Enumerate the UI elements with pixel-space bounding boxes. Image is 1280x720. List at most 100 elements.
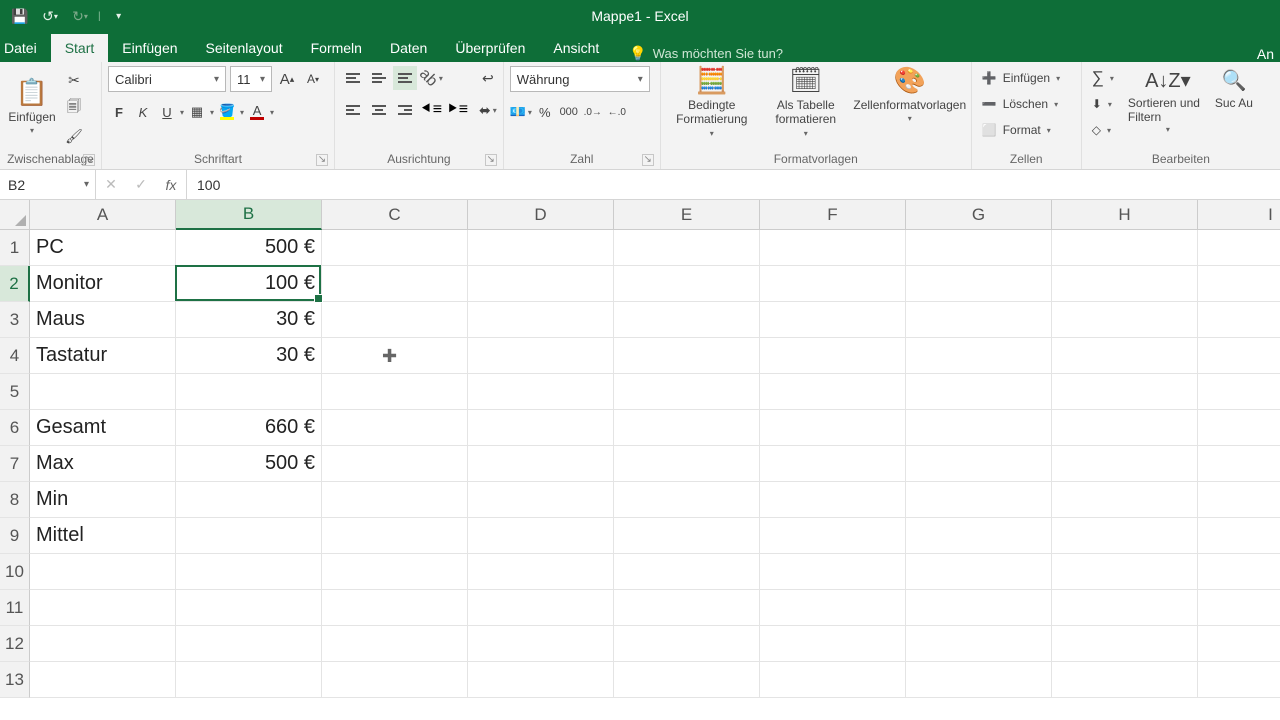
cell-A11[interactable]: [30, 590, 176, 626]
decrease-decimal-icon[interactable]: ←.0: [606, 100, 628, 124]
row-header-11[interactable]: 11: [0, 590, 30, 626]
cell-H11[interactable]: [1052, 590, 1198, 626]
cell-H3[interactable]: [1052, 302, 1198, 338]
cell-I7[interactable]: [1198, 446, 1280, 482]
cell-G9[interactable]: [906, 518, 1052, 554]
cell-B6[interactable]: 660 €: [176, 410, 322, 446]
select-all-corner[interactable]: [0, 200, 30, 230]
font-color-button[interactable]: A▾: [246, 100, 274, 124]
cell-G5[interactable]: [906, 374, 1052, 410]
cell-E7[interactable]: [614, 446, 760, 482]
cell-I1[interactable]: [1198, 230, 1280, 266]
cell-C13[interactable]: [322, 662, 468, 698]
dialog-launcher-icon[interactable]: ↘: [83, 154, 95, 166]
cell-A3[interactable]: Maus: [30, 302, 176, 338]
autosum-button[interactable]: ∑▾: [1088, 66, 1118, 90]
tab-pagelayout[interactable]: Seitenlayout: [192, 34, 297, 62]
cell-F11[interactable]: [760, 590, 906, 626]
orientation-icon[interactable]: ab▾: [419, 66, 443, 90]
cell-G10[interactable]: [906, 554, 1052, 590]
fill-color-button[interactable]: 🪣▾: [216, 100, 244, 124]
cell-E11[interactable]: [614, 590, 760, 626]
cell-B4[interactable]: 30 €: [176, 338, 322, 374]
cell-I3[interactable]: [1198, 302, 1280, 338]
col-header-H[interactable]: H: [1052, 200, 1198, 230]
cell-I11[interactable]: [1198, 590, 1280, 626]
cell-G3[interactable]: [906, 302, 1052, 338]
cell-I12[interactable]: [1198, 626, 1280, 662]
cell-D6[interactable]: [468, 410, 614, 446]
cell-H1[interactable]: [1052, 230, 1198, 266]
tab-insert[interactable]: Einfügen: [108, 34, 191, 62]
cell-A1[interactable]: PC: [30, 230, 176, 266]
cell-C1[interactable]: [322, 230, 468, 266]
decrease-indent-icon[interactable]: ⯇≡: [419, 98, 443, 122]
increase-decimal-icon[interactable]: .0→: [582, 100, 604, 124]
dialog-launcher-icon[interactable]: ↘: [316, 154, 328, 166]
cell-C6[interactable]: [322, 410, 468, 446]
undo-icon[interactable]: ↺▾: [36, 2, 64, 30]
borders-button[interactable]: ▦▾: [186, 100, 214, 124]
shrink-font-icon[interactable]: A▾: [302, 67, 324, 91]
cell-H13[interactable]: [1052, 662, 1198, 698]
currency-icon[interactable]: 💶▾: [510, 100, 532, 124]
insert-cells-button[interactable]: ➕Einfügen▾: [978, 66, 1064, 90]
delete-cells-button[interactable]: ➖Löschen▾: [978, 92, 1064, 116]
col-header-D[interactable]: D: [468, 200, 614, 230]
cell-D5[interactable]: [468, 374, 614, 410]
cell-B2[interactable]: 100 €: [176, 266, 322, 302]
cell-H7[interactable]: [1052, 446, 1198, 482]
col-header-B[interactable]: B: [176, 200, 322, 230]
cell-D7[interactable]: [468, 446, 614, 482]
cell-I2[interactable]: [1198, 266, 1280, 302]
dialog-launcher-icon[interactable]: ↘: [485, 154, 497, 166]
cell-H9[interactable]: [1052, 518, 1198, 554]
tab-review[interactable]: Überprüfen: [441, 34, 539, 62]
cell-A6[interactable]: Gesamt: [30, 410, 176, 446]
tab-formulas[interactable]: Formeln: [297, 34, 376, 62]
cell-E3[interactable]: [614, 302, 760, 338]
cell-B5[interactable]: [176, 374, 322, 410]
cell-D8[interactable]: [468, 482, 614, 518]
cell-G1[interactable]: [906, 230, 1052, 266]
underline-button[interactable]: U▾: [156, 100, 184, 124]
cell-C4[interactable]: [322, 338, 468, 374]
cell-B11[interactable]: [176, 590, 322, 626]
cell-A4[interactable]: Tastatur: [30, 338, 176, 374]
cell-D11[interactable]: [468, 590, 614, 626]
cell-G8[interactable]: [906, 482, 1052, 518]
cell-H2[interactable]: [1052, 266, 1198, 302]
cell-A10[interactable]: [30, 554, 176, 590]
cell-H6[interactable]: [1052, 410, 1198, 446]
cell-E6[interactable]: [614, 410, 760, 446]
cell-I5[interactable]: [1198, 374, 1280, 410]
cell-D1[interactable]: [468, 230, 614, 266]
format-as-table-button[interactable]: 🗓 Als Tabelle formatieren▾: [761, 66, 851, 138]
number-format-combo[interactable]: Währung▾: [510, 66, 650, 92]
sort-filter-button[interactable]: A↓Z▾ Sortieren und Filtern▾: [1128, 66, 1208, 134]
cell-D12[interactable]: [468, 626, 614, 662]
cell-F4[interactable]: [760, 338, 906, 374]
cell-I10[interactable]: [1198, 554, 1280, 590]
conditional-formatting-button[interactable]: 🧮 Bedingte Formatierung▾: [667, 66, 757, 138]
row-header-10[interactable]: 10: [0, 554, 30, 590]
find-select-button[interactable]: 🔍 Suc Au: [1214, 66, 1254, 134]
col-header-G[interactable]: G: [906, 200, 1052, 230]
cell-E4[interactable]: [614, 338, 760, 374]
cell-D2[interactable]: [468, 266, 614, 302]
cell-B8[interactable]: [176, 482, 322, 518]
cell-F2[interactable]: [760, 266, 906, 302]
cell-G7[interactable]: [906, 446, 1052, 482]
cell-I13[interactable]: [1198, 662, 1280, 698]
cell-F8[interactable]: [760, 482, 906, 518]
row-header-2[interactable]: 2: [0, 266, 30, 302]
row-header-3[interactable]: 3: [0, 302, 30, 338]
align-left-icon[interactable]: [341, 98, 365, 122]
col-header-C[interactable]: C: [322, 200, 468, 230]
cell-F3[interactable]: [760, 302, 906, 338]
tab-data[interactable]: Daten: [376, 34, 441, 62]
cell-E8[interactable]: [614, 482, 760, 518]
font-name-combo[interactable]: Calibri▾: [108, 66, 226, 92]
copy-icon[interactable]: 🗐: [62, 96, 86, 120]
wrap-text-icon[interactable]: ↩: [479, 66, 497, 90]
